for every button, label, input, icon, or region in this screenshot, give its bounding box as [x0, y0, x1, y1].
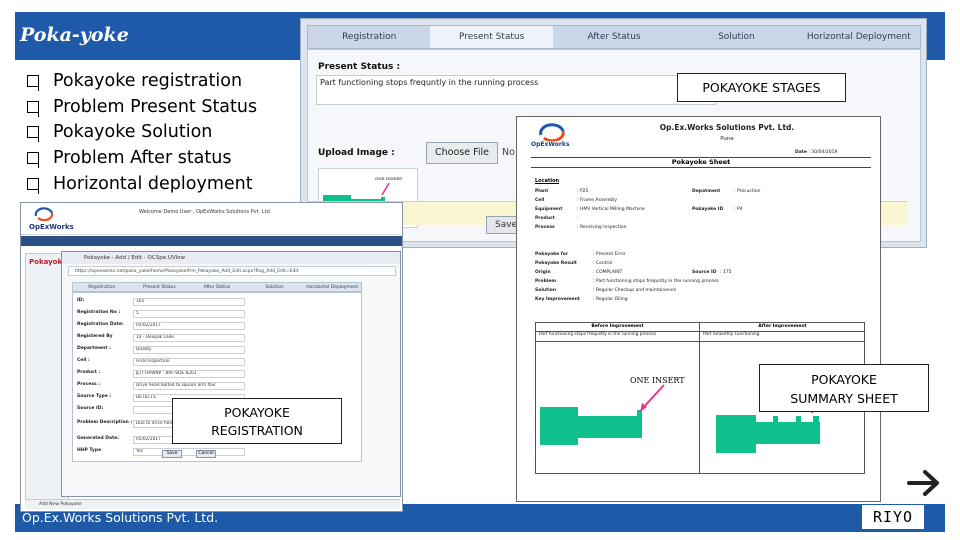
before-improvement-head: Before Improvement — [591, 324, 644, 329]
sheet-location-label: Location — [535, 178, 560, 184]
bullet-item: Problem Present Status — [27, 94, 257, 120]
reg-field-select[interactable]: Drive head bolted to square arm flair — [133, 382, 245, 390]
reg-field-row: Registration No :5 — [77, 310, 357, 319]
reg-field-row: Cell : Final Inspection — [77, 358, 357, 367]
reg-logo-text: OpExWorks — [29, 223, 74, 231]
tab-present-status[interactable]: Present Status — [430, 26, 553, 48]
reg-field-input[interactable]: 5 — [133, 310, 245, 318]
sheet-city: Pune — [720, 136, 734, 142]
slide-title: Poka-yoke — [20, 24, 129, 46]
present-status-textarea[interactable]: Part functioning stops frequntly in the … — [316, 75, 716, 105]
reg-tab-horizontal-deployment[interactable]: Horizontal Deployment — [303, 283, 361, 291]
choose-file-button[interactable]: Choose File — [426, 142, 498, 164]
reg-field-radio[interactable]: Yes — [133, 448, 245, 456]
sheet-field: Product: — [535, 216, 579, 221]
reg-field-input[interactable]: 05/02/2017 — [133, 322, 245, 330]
checkbox-bullet-icon — [27, 74, 39, 91]
bullet-item: Pokayoke Solution — [27, 120, 257, 146]
tab-registration[interactable]: Registration — [308, 26, 430, 48]
reg-field-input[interactable]: 165 — [133, 298, 245, 306]
reg-save-button[interactable]: Save — [162, 450, 182, 458]
before-part-drawing-icon: ONE INSERT — [540, 376, 685, 445]
footer-logo-text: RIYO — [862, 505, 924, 529]
sheet-field: Equipment: HMV Vertical Milling Machine — [535, 207, 645, 212]
sheet-field: Pokayoke ID: P4 — [692, 207, 743, 212]
sheet-detail: Solution: Regular Checkup and maintainen… — [535, 288, 677, 293]
slide: Poka-yoke Pokayoke registration Problem … — [0, 0, 960, 540]
sheet-detail: Origin: COMPLAINT — [535, 270, 623, 275]
status-tab-bar: Registration Present Status After Status… — [307, 25, 921, 49]
sheet-field: Plant: P25 — [535, 189, 589, 194]
after-improvement-head: After Improvement — [758, 324, 807, 329]
reg-dialog-title: Pokayoke - Add / Edit - OCSpe.UVlow — [62, 252, 400, 264]
after-improvement-text: Part Smoothly Functioning — [703, 332, 760, 337]
before-improvement-text: Part functioning stops frequntly in the … — [539, 332, 657, 337]
sheet-company: Op.Ex.Works Solutions Pvt. Ltd. — [659, 123, 795, 132]
reg-field-row: Registration Date: 05/02/2017 — [77, 322, 357, 331]
sheet-detail: Problem: Part functioning stops frequntl… — [535, 279, 719, 284]
opexworks-logo-icon — [539, 123, 565, 141]
bullet-item: Horizontal deployment — [27, 171, 257, 197]
sheet-detail: Pokayoke for: Prevent Error — [535, 252, 626, 257]
reg-app-header: OpExWorks Welcome Demo User , OpExWorks … — [21, 203, 402, 235]
registration-callout: POKAYOKE REGISTRATION — [172, 398, 342, 444]
sheet-detail: Pokayoke Result: Control — [535, 261, 613, 266]
bullet-item: Problem After status — [27, 145, 257, 171]
reg-field-select[interactable]: Final Inspection — [133, 358, 245, 366]
sheet-field: Process: Receiving Inspection — [535, 225, 627, 230]
present-status-label: Present Status : — [318, 62, 401, 72]
reg-cancel-button[interactable]: Cancel — [196, 450, 216, 458]
reg-field-row: Product : JL/7TH/WNP - BRF-VDE 8201 — [77, 370, 357, 379]
sheet-date: Date : 30/04/2019 — [795, 150, 838, 155]
reg-field-select[interactable]: JL/7TH/WNP - BRF-VDE 8201 — [133, 370, 245, 378]
reg-field-row: Registered By 14 - Deepak Lade — [77, 334, 357, 343]
thumb-caption: ONE INSERT — [375, 176, 403, 181]
sheet-detail: Key Improvement: Regular Oiling — [535, 297, 628, 302]
stages-callout: POKAYOKE STAGES — [677, 73, 846, 102]
reg-tab-solution[interactable]: Solution — [246, 283, 304, 291]
upload-image-label: Upload Image : — [318, 148, 395, 158]
reg-nav-bar: Home Pokayoke Report — [21, 236, 402, 253]
bullet-item: Pokayoke registration — [27, 68, 257, 94]
reg-field-row: HHP Type Yes — [77, 448, 357, 457]
tab-after-status[interactable]: After Status — [553, 26, 675, 48]
reg-dialog-window: Pokayoke - Add / Edit - OCSpe.UVlow http… — [61, 251, 401, 497]
reg-tab-bar: Registration Present Status After Status… — [72, 282, 362, 292]
reg-field-row: Department : Quality — [77, 346, 357, 355]
summary-callout: POKAYOKE SUMMARY SHEET — [759, 364, 929, 412]
tab-solution[interactable]: Solution — [675, 26, 797, 48]
sheet-title: Pokayoke Sheet — [531, 157, 871, 168]
add-new-pokayoke-link[interactable]: Add New Pokayoke — [25, 499, 400, 509]
opexworks-logo-icon — [34, 207, 54, 221]
sheet-field: Depatment: Procuction — [692, 189, 761, 194]
footer-company: Op.Ex.Works Solutions Pvt. Ltd. — [22, 510, 219, 525]
sheet-detail: Source ID: 175 — [692, 270, 732, 275]
reg-field-row: Process : Drive head bolted to square arm… — [77, 382, 357, 391]
bullet-list: Pokayoke registration Problem Present St… — [27, 68, 257, 197]
table-rule — [536, 341, 864, 342]
sheet-field: Cell: Frame Assembly — [535, 198, 618, 203]
reg-url-bar[interactable]: https://opexworks.net/poka_yoke/home/Pok… — [68, 266, 396, 276]
reg-field-select[interactable]: 14 - Deepak Lade — [133, 334, 245, 342]
next-arrow-icon[interactable] — [906, 468, 942, 498]
sheet-logo-text: OpExWorks — [531, 141, 570, 148]
reg-field-row: ID: 165 — [77, 298, 357, 307]
reg-tab-registration[interactable]: Registration — [73, 283, 131, 291]
reg-field-select[interactable]: Quality — [133, 346, 245, 354]
checkbox-bullet-icon — [27, 178, 39, 195]
checkbox-bullet-icon — [27, 100, 39, 117]
registration-screenshot: OpExWorks Welcome Demo User , OpExWorks … — [20, 202, 403, 512]
checkbox-bullet-icon — [27, 152, 39, 169]
pokayoke-sheet-screenshot: OpExWorks Op.Ex.Works Solutions Pvt. Ltd… — [516, 116, 881, 502]
reg-welcome-text: Welcome Demo User , OpExWorks Solutions … — [139, 209, 272, 215]
insert-caption: ONE INSERT — [630, 376, 685, 385]
tab-horizontal-deployment[interactable]: Horizontal Deployment — [798, 26, 920, 48]
reg-tab-after-status[interactable]: After Status — [188, 283, 246, 291]
reg-tab-present-status[interactable]: Present Status — [131, 283, 189, 291]
checkbox-bullet-icon — [27, 126, 39, 143]
